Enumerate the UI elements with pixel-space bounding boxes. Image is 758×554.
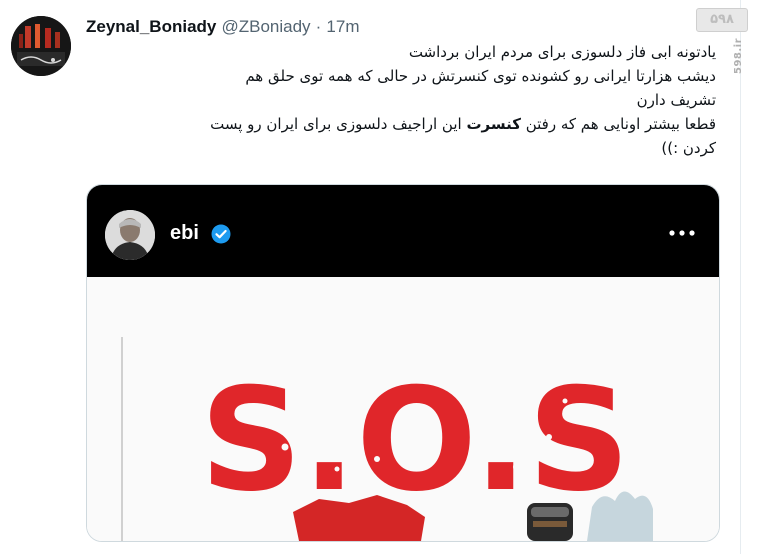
tweet-line-2: دیشب هزارتا ایرانی رو کشونده توی کنسرتش … [245,67,716,85]
verified-badge-icon [211,224,231,244]
tweet-timestamp[interactable]: 17m [326,17,359,36]
instagram-post-header: ebi [87,185,719,277]
watermark-site: 598.ir [733,37,744,74]
tweet-line-4-bold: کنسرت [466,115,521,133]
post-username: ebi [170,222,199,244]
tweet-line-4-suffix: این اراجیف دلسوزی برای ایران رو پست [210,115,467,133]
tweet-line-4-prefix: قطعا بیشتر اونایی هم که رفتن [520,115,716,133]
tweet-header: Zeynal_Boniady @ZBoniady · 17m [86,14,359,40]
author-handle[interactable]: @ZBoniady [221,17,310,36]
tweet-line-4: قطعا بیشتر اونایی هم که رفتن کنسرت این ا… [86,112,716,136]
author-name[interactable]: Zeynal_Boniady [86,17,216,36]
sos-text: S.O.S [200,358,630,523]
tweet-line-1: یادتونه ابی فاز دلسوزی برای مردم ایران ب… [408,43,716,61]
tweet-text: یادتونه ابی فاز دلسوزی برای مردم ایران ب… [86,40,716,160]
author-avatar[interactable] [11,16,71,76]
right-divider [740,0,741,554]
tweet-media[interactable]: ebi S.O.S [86,184,720,542]
more-horizontal-icon[interactable] [667,225,697,241]
watermark-logo: ۵۹۸ [696,8,748,32]
tweet-line-5: کردن :)) [661,139,716,157]
watermark: ۵۹۸ 598.ir [696,8,758,74]
sos-artwork: S.O.S [200,358,653,541]
tweet-line-3: تشریف دارن [636,91,716,109]
time-separator: · [315,17,322,36]
microphone-shape [527,503,573,541]
post-author-avatar [105,210,155,260]
post-image: S.O.S [87,277,719,541]
